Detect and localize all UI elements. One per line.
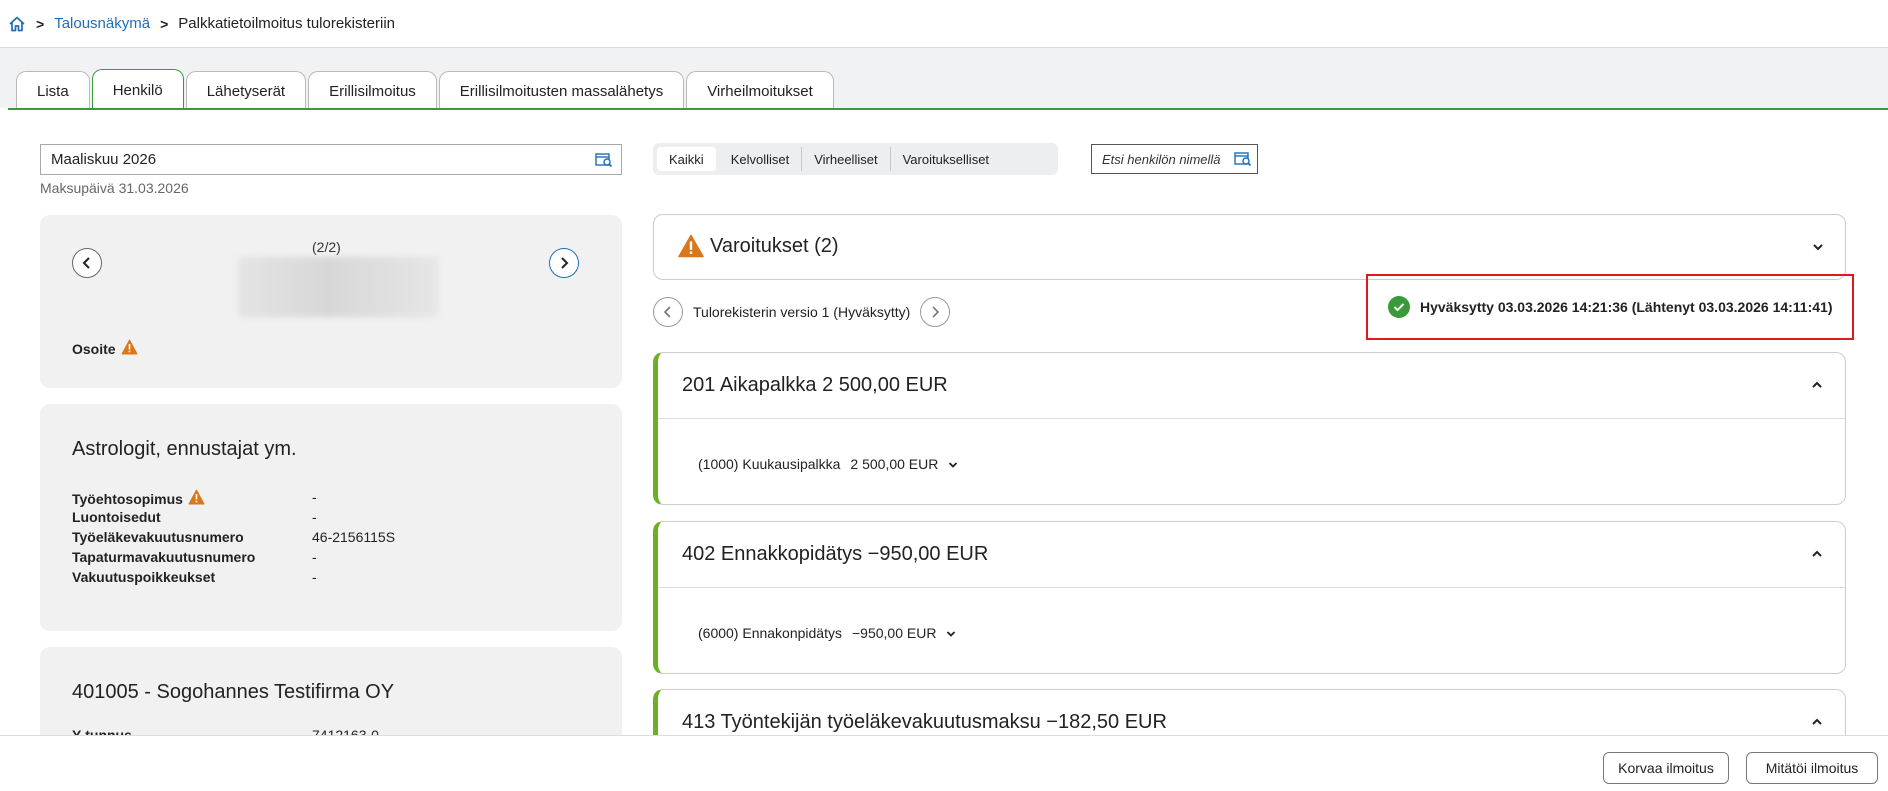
filter-kelvolliset[interactable]: Kelvolliset (719, 147, 803, 171)
income-subitem[interactable]: (6000) Ennakonpidätys −950,00 EUR (698, 625, 956, 641)
income-item-header[interactable]: 402 Ennakkopidätys −950,00 EUR (658, 522, 1845, 588)
tab-lista[interactable]: Lista (16, 71, 90, 110)
tab-underline (8, 108, 1888, 110)
person-name-redacted (238, 257, 438, 317)
cancel-report-button[interactable]: Mitätöi ilmoitus (1746, 752, 1878, 784)
filter-segmented-control: Kaikki Kelvolliset Virheelliset Varoituk… (653, 143, 1058, 175)
chevron-down-icon[interactable] (948, 456, 958, 472)
info-value: - (312, 569, 317, 585)
previous-person-button[interactable] (72, 248, 102, 278)
previous-version-button[interactable] (653, 297, 683, 327)
breadcrumb-current: Palkkatietoilmoitus tulorekisteriin (178, 15, 396, 32)
filter-virheelliset[interactable]: Virheelliset (802, 147, 891, 171)
company-title: 401005 - Sogohannes Testifirma OY (72, 681, 395, 703)
approval-status: Hyväksytty 03.03.2026 14:21:36 (Lähtenyt… (1366, 274, 1854, 340)
action-bar: Korvaa ilmoitus Mitätöi ilmoitus (0, 735, 1888, 791)
income-item-title: 402 Ennakkopidätys −950,00 EUR (682, 543, 989, 565)
chevron-left-icon (663, 306, 671, 318)
info-key: Luontoisedut (72, 509, 161, 525)
replace-report-button[interactable]: Korvaa ilmoitus (1603, 752, 1729, 784)
version-navigator: Tulorekisterin versio 1 (Hyväksytty) (653, 296, 951, 328)
chevron-up-icon[interactable] (1811, 714, 1823, 730)
month-value: Maaliskuu 2026 (51, 151, 157, 168)
chevron-up-icon[interactable] (1811, 377, 1823, 393)
filter-kaikki[interactable]: Kaikki (657, 147, 716, 171)
income-item-title: 201 Aikapalkka 2 500,00 EUR (682, 374, 948, 396)
info-value: - (312, 549, 317, 565)
tab-massalahetys[interactable]: Erillisilmoitusten massalähetys (438, 71, 685, 110)
address-label-row: Osoite (72, 339, 138, 358)
breadcrumb-separator: > (160, 15, 169, 32)
info-key: Työeläkevakuutusnumero (72, 529, 244, 545)
warnings-accordion[interactable]: Varoitukset (2) (653, 214, 1846, 280)
employment-title: Astrologit, ennustajat ym. (72, 438, 297, 460)
warning-icon (121, 339, 138, 358)
income-subitem-label: (1000) Kuukausipalkka (698, 456, 841, 472)
approval-status-text: Hyväksytty 03.03.2026 14:21:36 (Lähtenyt… (1420, 299, 1833, 315)
calendar-search-icon[interactable] (595, 152, 613, 172)
home-icon[interactable] (8, 15, 26, 33)
address-label: Osoite (72, 340, 116, 357)
chevron-right-icon (932, 306, 940, 318)
chevron-right-icon (561, 257, 569, 269)
income-item-201: 201 Aikapalkka 2 500,00 EUR (1000) Kuuka… (653, 352, 1846, 505)
info-key: Työehtosopimus (72, 490, 183, 507)
breadcrumb-link-talousnakyma[interactable]: Talousnäkymä (54, 15, 150, 32)
filter-varoitukselliset[interactable]: Varoitukselliset (891, 147, 1001, 171)
income-item-body: (1000) Kuukausipalkka 2 500,00 EUR (658, 419, 1845, 503)
info-key: Vakuutuspoikkeukset (72, 569, 216, 585)
next-version-button[interactable] (920, 297, 951, 327)
tab-list: Lista Henkilö Lähetyserät Erillisilmoitu… (16, 69, 836, 110)
check-circle-icon (1388, 296, 1410, 318)
warnings-label: Varoitukset (2) (710, 235, 839, 257)
income-subitem-label: (6000) Ennakonpidätys (698, 625, 842, 641)
person-pager: (2/2) (312, 239, 341, 255)
search-by-name-label: Etsi henkilön nimellä (1102, 151, 1221, 167)
tab-virheilmoitukset[interactable]: Virheilmoitukset (686, 71, 834, 110)
month-select[interactable]: Maaliskuu 2026 (40, 144, 622, 175)
income-subitem-value: −950,00 EUR (852, 625, 937, 641)
income-subitem[interactable]: (1000) Kuukausipalkka 2 500,00 EUR (698, 456, 958, 472)
income-subitem-value: 2 500,00 EUR (850, 456, 939, 472)
chevron-down-icon[interactable] (946, 625, 956, 641)
version-label: Tulorekisterin versio 1 (Hyväksytty) (693, 304, 911, 320)
breadcrumb-separator: > (36, 15, 45, 32)
calendar-search-icon (1234, 151, 1252, 170)
info-key-row: Työehtosopimus (72, 489, 205, 508)
search-by-name-button[interactable]: Etsi henkilön nimellä (1091, 144, 1258, 174)
info-value: 46-2156115S (312, 529, 396, 545)
info-value: - (312, 489, 317, 505)
income-item-title: 413 Työntekijän työeläkevakuutusmaksu −1… (682, 711, 1167, 733)
info-value: - (312, 509, 317, 525)
next-person-button[interactable] (549, 248, 579, 278)
chevron-left-icon (82, 257, 90, 269)
income-item-body: (6000) Ennakonpidätys −950,00 EUR (658, 588, 1845, 672)
chevron-down-icon[interactable] (1812, 239, 1824, 255)
person-card: (2/2) Osoite (40, 215, 622, 388)
info-key: Tapaturmavakuutusnumero (72, 549, 256, 565)
breadcrumb: > Talousnäkymä > Palkkatietoilmoitus tul… (0, 0, 1888, 48)
income-item-header[interactable]: 201 Aikapalkka 2 500,00 EUR (658, 353, 1845, 419)
tab-lahetyserat[interactable]: Lähetyserät (185, 71, 307, 110)
chevron-up-icon[interactable] (1811, 546, 1823, 562)
income-item-402: 402 Ennakkopidätys −950,00 EUR (6000) En… (653, 521, 1846, 674)
pay-date: Maksupäivä 31.03.2026 (40, 180, 189, 196)
employment-card: Astrologit, ennustajat ym. Työehtosopimu… (40, 404, 622, 631)
tab-erillisilmoitus[interactable]: Erillisilmoitus (308, 71, 437, 110)
warning-icon (678, 234, 704, 262)
warning-icon (188, 489, 205, 508)
tab-henkilo[interactable]: Henkilö (91, 69, 184, 110)
